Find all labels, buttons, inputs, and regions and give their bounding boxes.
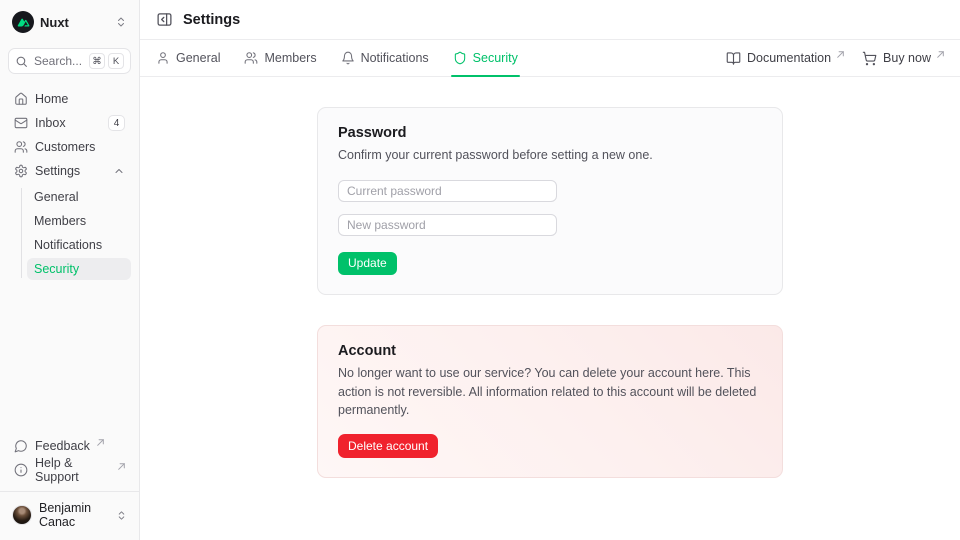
- sidebar-item-label: Inbox: [35, 116, 66, 130]
- feedback-link[interactable]: Feedback: [8, 435, 131, 457]
- team-switcher[interactable]: Nuxt: [8, 8, 131, 36]
- book-icon: [726, 51, 741, 66]
- sidebar-item-notifications[interactable]: Notifications: [27, 234, 131, 256]
- external-link-icon: [837, 51, 844, 58]
- sidebar-item-label: Members: [34, 214, 86, 228]
- header-links: Documentation Buy now: [726, 51, 944, 66]
- sidebar-item-members[interactable]: Members: [27, 210, 131, 232]
- gear-icon: [14, 164, 28, 178]
- account-card-title: Account: [338, 343, 762, 359]
- search-input[interactable]: Search... ⌘ K: [8, 48, 131, 74]
- external-link-icon: [937, 51, 944, 58]
- user-name: Benjamin Canac: [39, 501, 109, 529]
- header-link-label: Buy now: [883, 51, 931, 65]
- sidebar-item-general[interactable]: General: [27, 186, 131, 208]
- tab-label: General: [176, 51, 220, 65]
- update-password-button[interactable]: Update: [338, 252, 397, 275]
- buy-now-link[interactable]: Buy now: [862, 51, 944, 66]
- footer-item-label: Feedback: [35, 439, 90, 453]
- search-shortcut: ⌘ K: [89, 53, 124, 69]
- documentation-link[interactable]: Documentation: [726, 51, 844, 66]
- shield-icon: [453, 51, 467, 65]
- sidebar-item-security[interactable]: Security: [27, 258, 131, 280]
- bell-icon: [341, 51, 355, 65]
- info-icon: [14, 463, 28, 477]
- new-password-field[interactable]: [338, 214, 557, 236]
- users-icon: [244, 51, 258, 65]
- sidebar-item-settings[interactable]: Settings: [8, 160, 131, 182]
- sidebar-item-label: Customers: [35, 140, 95, 154]
- main-area: Settings General Members Notifications: [140, 0, 960, 540]
- chevrons-up-down-icon: [115, 16, 127, 28]
- tab-members[interactable]: Members: [244, 40, 316, 76]
- settings-security-panel: Password Confirm your current password b…: [140, 77, 960, 540]
- settings-tabbar: General Members Notifications Security: [140, 40, 960, 77]
- inbox-icon: [14, 116, 28, 130]
- delete-account-button[interactable]: Delete account: [338, 434, 438, 458]
- sidebar-toggle-icon[interactable]: [156, 11, 173, 28]
- sidebar-item-home[interactable]: Home: [8, 88, 131, 110]
- external-link-icon: [97, 439, 104, 446]
- chevron-up-icon: [113, 165, 125, 177]
- page-title: Settings: [183, 12, 240, 28]
- sidebar-item-customers[interactable]: Customers: [8, 136, 131, 158]
- footer-item-label: Help & Support: [35, 456, 111, 484]
- team-name: Nuxt: [40, 15, 69, 30]
- cart-icon: [862, 51, 877, 66]
- app-root: Nuxt Search... ⌘ K Home: [0, 0, 960, 540]
- sidebar-item-label: Notifications: [34, 238, 102, 252]
- sidebar: Nuxt Search... ⌘ K Home: [0, 0, 140, 540]
- current-password-field[interactable]: [338, 180, 557, 202]
- settings-subnav: General Members Notifications Security: [21, 186, 131, 280]
- tab-notifications[interactable]: Notifications: [341, 40, 429, 76]
- chevrons-up-down-icon: [116, 510, 127, 521]
- tab-security[interactable]: Security: [453, 40, 518, 76]
- nuxt-logo-icon: [12, 11, 34, 33]
- sidebar-item-label: Settings: [35, 164, 80, 178]
- sidebar-item-label: General: [34, 190, 78, 204]
- user-menu[interactable]: Benjamin Canac: [0, 491, 139, 532]
- password-card: Password Confirm your current password b…: [317, 107, 783, 295]
- tab-label: Notifications: [361, 51, 429, 65]
- user-icon: [156, 51, 170, 65]
- password-card-description: Confirm your current password before set…: [338, 146, 762, 165]
- sidebar-nav: Home Inbox 4 Customers Settings: [8, 88, 131, 282]
- kbd-cmd: ⌘: [89, 53, 105, 69]
- tab-label: Security: [473, 51, 518, 65]
- sidebar-item-label: Security: [34, 262, 79, 276]
- inbox-count-badge: 4: [108, 115, 125, 131]
- sidebar-footer: Feedback Help & Support Benjamin Canac: [8, 435, 131, 532]
- search-icon: [15, 55, 28, 68]
- search-label: Search...: [34, 54, 82, 68]
- sidebar-item-inbox[interactable]: Inbox 4: [8, 112, 131, 134]
- help-support-link[interactable]: Help & Support: [8, 459, 131, 481]
- tab-label: Members: [264, 51, 316, 65]
- page-header: Settings: [140, 0, 960, 40]
- chat-bubble-icon: [14, 439, 28, 453]
- sidebar-item-label: Home: [35, 92, 68, 106]
- header-link-label: Documentation: [747, 51, 831, 65]
- account-card: Account No longer want to use our servic…: [317, 325, 783, 478]
- users-icon: [14, 140, 28, 154]
- home-icon: [14, 92, 28, 106]
- tab-general[interactable]: General: [156, 40, 220, 76]
- password-card-title: Password: [338, 125, 762, 141]
- external-link-icon: [118, 463, 125, 470]
- kbd-k: K: [108, 53, 124, 69]
- account-card-description: No longer want to use our service? You c…: [338, 364, 762, 420]
- user-avatar: [12, 505, 32, 525]
